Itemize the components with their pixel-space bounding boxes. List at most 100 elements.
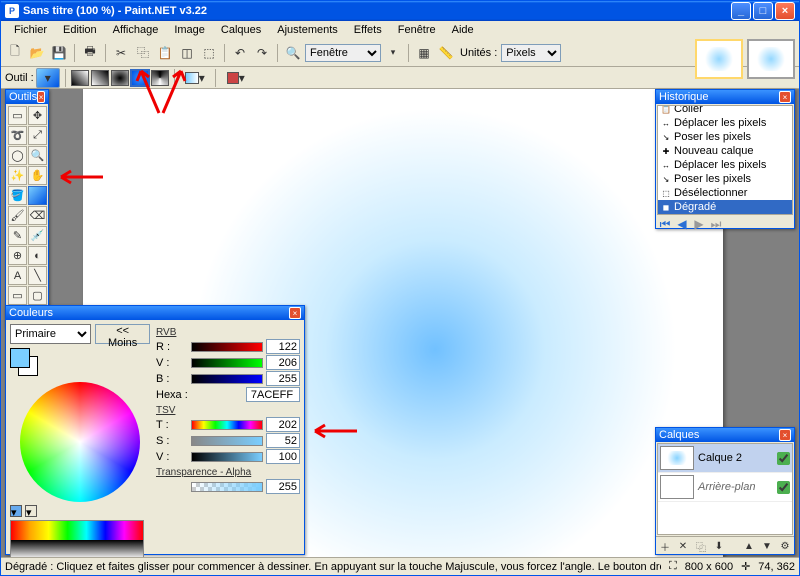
tool-rect-select[interactable]: ▭: [8, 106, 27, 125]
zoom-select[interactable]: Fenêtre: [305, 44, 381, 62]
tool-rectangle[interactable]: ▭: [8, 286, 27, 305]
history-item[interactable]: ↔Déplacer les pixels: [658, 116, 792, 130]
layer-delete[interactable]: ✕: [675, 538, 691, 554]
layer-up[interactable]: ▲: [741, 538, 757, 554]
maximize-button[interactable]: □: [753, 2, 773, 20]
slider-vv[interactable]: [191, 452, 263, 462]
paste-button[interactable]: 📋: [155, 43, 175, 63]
history-panel-close-icon[interactable]: ×: [779, 91, 791, 103]
history-list[interactable]: 🗋Nouvelle image📋Coller↔Déplacer les pixe…: [657, 105, 793, 215]
input-s[interactable]: [266, 433, 300, 448]
tool-eraser[interactable]: ⌫: [28, 206, 47, 225]
gradient-linear[interactable]: [71, 70, 89, 86]
history-redo[interactable]: ▶: [692, 217, 706, 231]
gradient-conical[interactable]: [151, 70, 169, 86]
minimize-button[interactable]: _: [731, 2, 751, 20]
active-tool-icon[interactable]: ▾: [36, 68, 60, 88]
history-rewind[interactable]: ⏮: [658, 217, 672, 231]
input-v[interactable]: [266, 355, 300, 370]
tool-brush[interactable]: 🖌: [8, 206, 27, 225]
history-item[interactable]: ↘Poser les pixels: [658, 130, 792, 144]
layers-panel-close-icon[interactable]: ×: [779, 429, 791, 441]
color-wheel[interactable]: [20, 382, 140, 502]
tool-zoom[interactable]: 🔍: [28, 146, 47, 165]
layer-add[interactable]: ＋: [657, 538, 673, 554]
menu-affichage[interactable]: Affichage: [106, 23, 166, 39]
history-item[interactable]: 📋Coller: [658, 105, 792, 116]
doc-thumb-2[interactable]: [747, 39, 795, 79]
gradient-linear-reflected[interactable]: [91, 70, 109, 86]
tool-fill[interactable]: 🪣: [8, 186, 27, 205]
add-color-icon[interactable]: ▾: [10, 505, 22, 517]
menu-effets[interactable]: Effets: [347, 23, 389, 39]
palette[interactable]: [10, 520, 144, 560]
layer-merge[interactable]: ⬇: [711, 538, 727, 554]
history-item[interactable]: ↔Déplacer les pixels: [658, 158, 792, 172]
menu-calques[interactable]: Calques: [214, 23, 268, 39]
layer-props[interactable]: ⚙: [777, 538, 793, 554]
layer-visible-checkbox[interactable]: [777, 452, 790, 465]
copy-button[interactable]: ⿻: [133, 43, 153, 63]
tool-magic-wand[interactable]: ✨: [8, 166, 27, 185]
crop-button[interactable]: ◫: [177, 43, 197, 63]
tool-move-selection[interactable]: ⤢: [28, 126, 47, 145]
slider-v[interactable]: [191, 358, 263, 368]
zoom-tool-icon[interactable]: 🔍: [283, 43, 303, 63]
slider-r[interactable]: [191, 342, 263, 352]
ruler-button[interactable]: 📏: [436, 43, 456, 63]
gradient-diamond[interactable]: [111, 70, 129, 86]
layer-row[interactable]: Arrière-plan: [658, 473, 792, 502]
doc-thumb-1[interactable]: [695, 39, 743, 79]
slider-s[interactable]: [191, 436, 263, 446]
menu-fenêtre[interactable]: Fenêtre: [391, 23, 443, 39]
color-mode-button[interactable]: ▾: [180, 68, 210, 88]
input-hexa[interactable]: [246, 387, 300, 402]
tool-color-picker[interactable]: 💉: [28, 226, 47, 245]
new-button[interactable]: 🗋: [5, 43, 25, 63]
tool-gradient[interactable]: [28, 186, 47, 205]
history-ffwd[interactable]: ⏭: [709, 217, 723, 231]
deselect-button[interactable]: ⬚: [199, 43, 219, 63]
layer-row[interactable]: Calque 2: [658, 444, 792, 473]
gradient-radial[interactable]: [131, 70, 149, 86]
tool-ellipse-select[interactable]: ◯: [8, 146, 27, 165]
tool-clone[interactable]: ⊕: [8, 246, 27, 265]
input-r[interactable]: [266, 339, 300, 354]
menu-ajustements[interactable]: Ajustements: [270, 23, 345, 39]
colors-panel-close-icon[interactable]: ×: [289, 307, 301, 319]
print-button[interactable]: 🖶: [80, 43, 100, 63]
layer-duplicate[interactable]: ⿻: [693, 538, 709, 554]
units-select[interactable]: Pixels: [501, 44, 561, 62]
slider-t[interactable]: [191, 420, 263, 430]
history-undo[interactable]: ◀: [675, 217, 689, 231]
menu-fichier[interactable]: Fichier: [7, 23, 54, 39]
tool-pencil[interactable]: ✎: [8, 226, 27, 245]
tool-recolor[interactable]: ◐: [28, 246, 47, 265]
tools-panel-close-icon[interactable]: ×: [37, 91, 45, 103]
input-alpha[interactable]: [266, 479, 300, 494]
less-button[interactable]: << Moins: [95, 324, 150, 344]
input-b[interactable]: [266, 371, 300, 386]
tool-lasso[interactable]: ➰: [8, 126, 27, 145]
cut-button[interactable]: ✂: [111, 43, 131, 63]
history-item[interactable]: ✚Nouveau calque: [658, 144, 792, 158]
undo-button[interactable]: ↶: [230, 43, 250, 63]
close-button[interactable]: ×: [775, 2, 795, 20]
input-t[interactable]: [266, 417, 300, 432]
menu-image[interactable]: Image: [167, 23, 212, 39]
layer-down[interactable]: ▼: [759, 538, 775, 554]
open-button[interactable]: 📂: [27, 43, 47, 63]
history-item[interactable]: ⬚Désélectionner: [658, 186, 792, 200]
menu-edition[interactable]: Edition: [56, 23, 104, 39]
redo-button[interactable]: ↷: [252, 43, 272, 63]
history-item[interactable]: ↘Poser les pixels: [658, 172, 792, 186]
tool-line[interactable]: ╲: [28, 266, 47, 285]
tool-text[interactable]: A: [8, 266, 27, 285]
zoom-out-button[interactable]: ▾: [383, 43, 403, 63]
input-vv[interactable]: [266, 449, 300, 464]
slider-b[interactable]: [191, 374, 263, 384]
tool-pan[interactable]: ✋: [28, 166, 47, 185]
blend-mode-button[interactable]: ▾: [221, 68, 251, 88]
color-mode-select[interactable]: Primaire: [10, 324, 91, 344]
slider-alpha[interactable]: [191, 482, 263, 492]
